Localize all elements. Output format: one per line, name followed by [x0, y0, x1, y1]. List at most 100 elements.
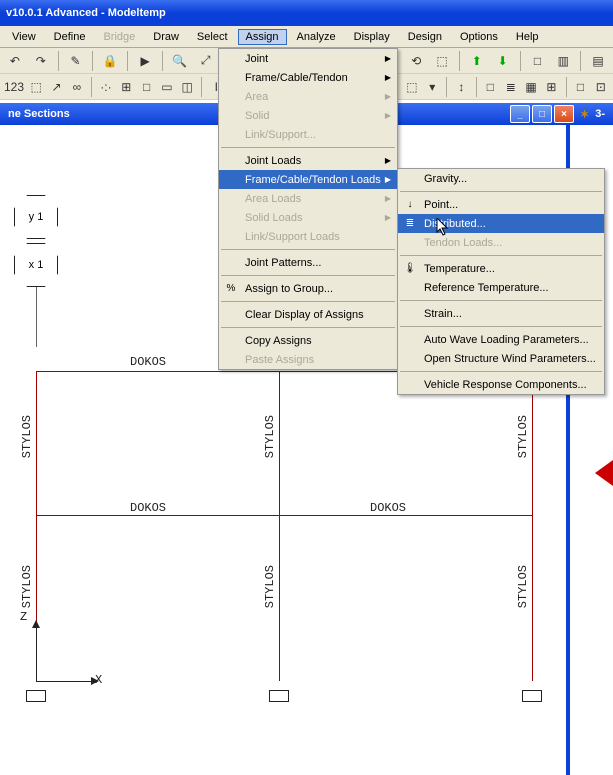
rotate-icon[interactable]: ⟲ — [405, 50, 427, 72]
menu-define[interactable]: Define — [46, 29, 94, 45]
support-mid — [269, 690, 289, 702]
axis-x-label: X — [95, 673, 102, 687]
menu-item-frame-cable-tendon[interactable]: Frame/Cable/Tendon — [219, 68, 397, 87]
menu-separator — [221, 301, 395, 302]
toolbar-separator — [566, 77, 567, 97]
tb2-24[interactable]: ▦ — [523, 76, 539, 98]
redo-icon[interactable]: ↷ — [30, 50, 52, 72]
misc-icon[interactable]: ▤ — [587, 50, 609, 72]
distributed-load-icon: ≣ — [402, 218, 418, 229]
column-label: STYLOS — [20, 565, 34, 608]
red-triangle-marker — [595, 460, 613, 486]
column-mid — [279, 371, 280, 681]
tb2-4[interactable]: ∞ — [69, 76, 85, 98]
zoom-icon[interactable]: 🔍 — [169, 50, 191, 72]
axis-z — [36, 628, 37, 681]
menu-item-joint-loads[interactable]: Joint Loads — [219, 151, 397, 170]
menu-separator — [221, 275, 395, 276]
tb2-22[interactable]: □ — [482, 76, 498, 98]
toolbar-separator — [476, 77, 477, 97]
menu-design[interactable]: Design — [400, 29, 450, 45]
beam-label: DOKOS — [130, 501, 166, 515]
tb2-2[interactable]: ⬚ — [28, 76, 44, 98]
menu-item-joint-patterns[interactable]: Joint Patterns... — [219, 253, 397, 272]
axis-z-arrow — [32, 620, 40, 628]
menu-item-area[interactable]: Area — [219, 87, 397, 106]
submenu-tendon-loads[interactable]: Tendon Loads... — [398, 233, 604, 252]
toolbar-separator — [201, 77, 202, 97]
menu-item-link-support[interactable]: Link/Support... — [219, 125, 397, 144]
submenu-distributed[interactable]: ≣Distributed... — [398, 214, 604, 233]
menu-item-clear-display[interactable]: Clear Display of Assigns — [219, 305, 397, 324]
pencil-icon[interactable]: ✎ — [65, 50, 87, 72]
tb2-9[interactable]: ◫ — [179, 76, 195, 98]
shade-icon[interactable]: ▥ — [552, 50, 574, 72]
menu-separator — [400, 371, 602, 372]
column-right — [532, 371, 533, 681]
menu-display[interactable]: Display — [346, 29, 398, 45]
percent-icon: % — [223, 283, 239, 294]
grid-icon[interactable]: □ — [527, 50, 549, 72]
toolbar-separator — [91, 77, 92, 97]
menu-separator — [400, 255, 602, 256]
tb2-23[interactable]: ≣ — [503, 76, 519, 98]
menu-item-solid-loads[interactable]: Solid Loads — [219, 208, 397, 227]
menu-item-solid[interactable]: Solid — [219, 106, 397, 125]
tb2-6[interactable]: ⊞ — [118, 76, 134, 98]
tb2-1[interactable]: 123 — [4, 76, 24, 98]
tb2-20[interactable]: ▾ — [424, 76, 440, 98]
tb2-27[interactable]: ⊡ — [593, 76, 609, 98]
submenu-temperature[interactable]: 🌡Temperature... — [398, 259, 604, 278]
submenu-gravity[interactable]: Gravity... — [398, 169, 604, 188]
submenu-vehicle-response[interactable]: Vehicle Response Components... — [398, 375, 604, 394]
submenu-point[interactable]: ↓Point... — [398, 195, 604, 214]
menu-view[interactable]: View — [4, 29, 44, 45]
menu-item-copy-assigns[interactable]: Copy Assigns — [219, 331, 397, 350]
menu-draw[interactable]: Draw — [145, 29, 187, 45]
menu-item-joint[interactable]: Joint — [219, 49, 397, 68]
menu-item-area-loads[interactable]: Area Loads — [219, 189, 397, 208]
app-title-bar: v10.0.1 Advanced - Modeltemp — [0, 0, 613, 26]
zoom-fit-icon[interactable]: ⤢ — [195, 50, 217, 72]
nav-up-icon[interactable]: ⬆ — [466, 50, 488, 72]
toolbar-separator — [58, 51, 59, 71]
tb2-19[interactable]: ⬚ — [404, 76, 420, 98]
tb2-3[interactable]: ↗ — [48, 76, 64, 98]
menu-bridge[interactable]: Bridge — [95, 29, 143, 45]
sub-window-title: ne Sections — [8, 108, 70, 120]
tb2-26[interactable]: □ — [572, 76, 588, 98]
tb2-7[interactable]: □ — [138, 76, 154, 98]
menu-assign[interactable]: Assign — [238, 29, 287, 45]
menu-analyze[interactable]: Analyze — [289, 29, 344, 45]
lock-icon[interactable]: 🔒 — [99, 50, 121, 72]
axis-x — [36, 681, 91, 682]
submenu-auto-wave[interactable]: Auto Wave Loading Parameters... — [398, 330, 604, 349]
maximize-button[interactable]: □ — [532, 105, 552, 123]
tb2-21[interactable]: ↕ — [453, 76, 469, 98]
secondary-view-icon: ✶ — [580, 108, 589, 121]
submenu-reference-temperature[interactable]: Reference Temperature... — [398, 278, 604, 297]
temperature-icon: 🌡 — [402, 263, 418, 274]
submenu-strain[interactable]: Strain... — [398, 304, 604, 323]
undo-icon[interactable]: ↶ — [4, 50, 26, 72]
minimize-button[interactable]: _ — [510, 105, 530, 123]
close-button[interactable]: × — [554, 105, 574, 123]
perspective-icon[interactable]: ⬚ — [431, 50, 453, 72]
menu-item-paste-assigns[interactable]: Paste Assigns — [219, 350, 397, 369]
nav-down-icon[interactable]: ⬇ — [492, 50, 514, 72]
tb2-25[interactable]: ⊞ — [543, 76, 559, 98]
menu-item-assign-to-group[interactable]: %Assign to Group... — [219, 279, 397, 298]
grid-label-x1: x 1 — [14, 243, 58, 287]
app-title: v10.0.1 Advanced - Modeltemp — [6, 7, 166, 19]
grid-line-stem — [36, 287, 37, 347]
menu-help[interactable]: Help — [508, 29, 547, 45]
submenu-open-structure-wind[interactable]: Open Structure Wind Parameters... — [398, 349, 604, 368]
menu-item-frame-cable-tendon-loads[interactable]: Frame/Cable/Tendon Loads — [219, 170, 397, 189]
toolbar-separator — [162, 51, 163, 71]
menu-options[interactable]: Options — [452, 29, 506, 45]
tb2-5[interactable]: ·:· — [98, 76, 114, 98]
run-icon[interactable]: ▶ — [134, 50, 156, 72]
menu-select[interactable]: Select — [189, 29, 236, 45]
tb2-8[interactable]: ▭ — [159, 76, 175, 98]
menu-item-link-support-loads[interactable]: Link/Support Loads — [219, 227, 397, 246]
